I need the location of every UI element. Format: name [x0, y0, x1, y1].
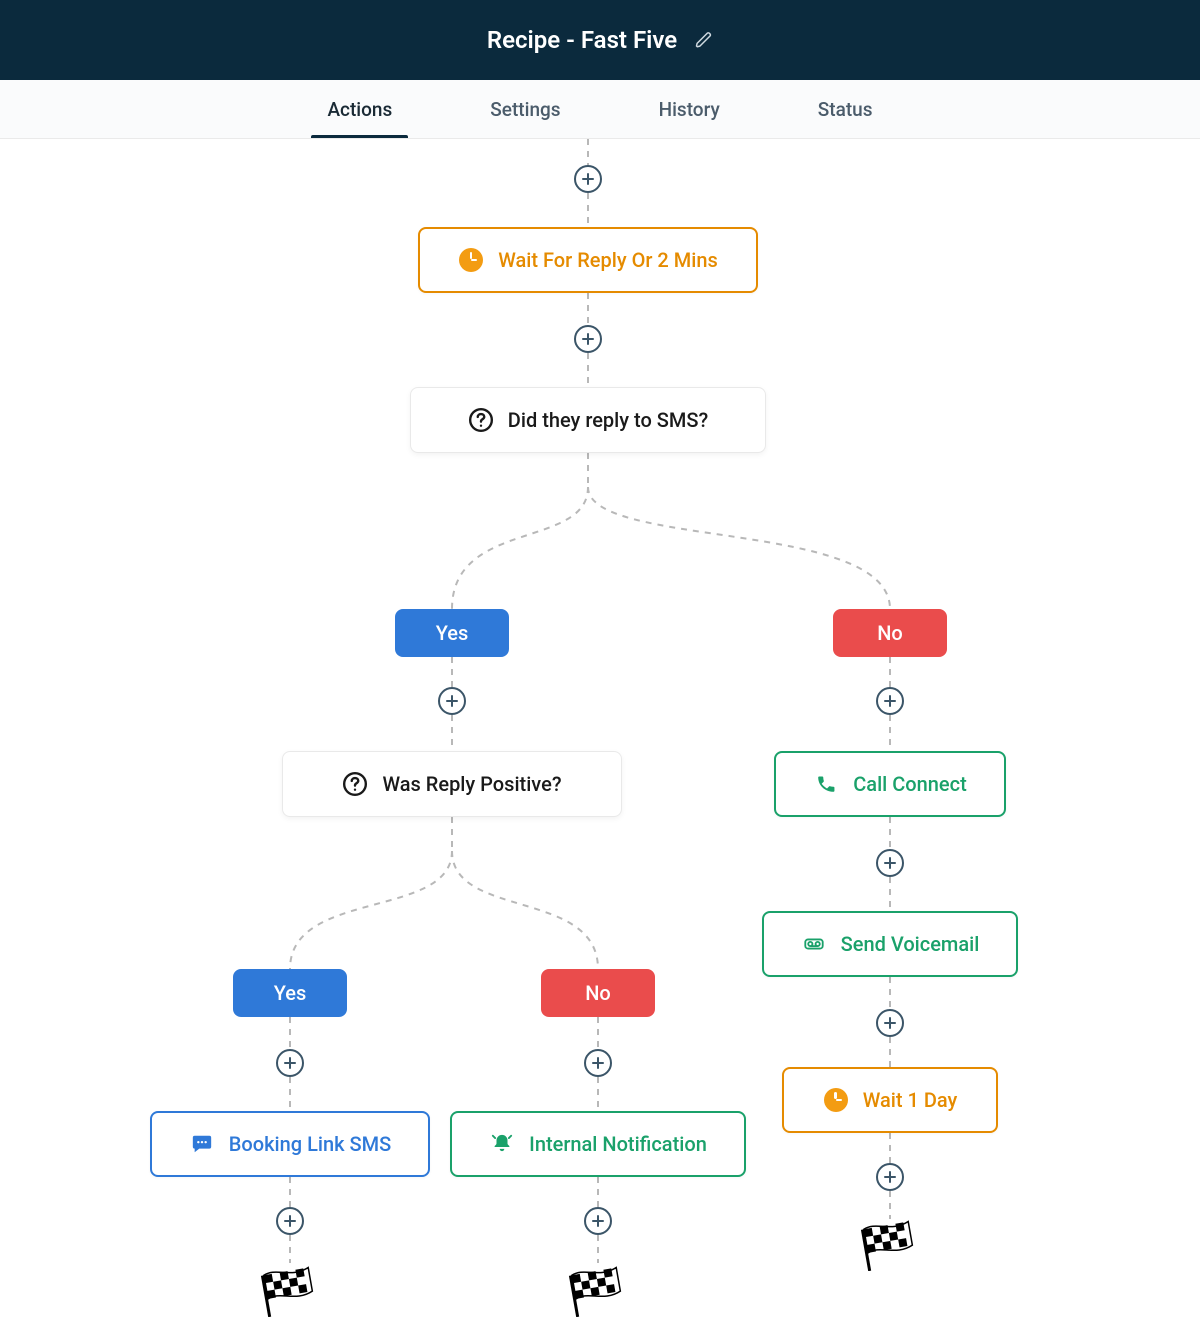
bell-icon [489, 1131, 515, 1157]
add-step-button[interactable] [574, 165, 602, 193]
tab-history[interactable]: History [655, 82, 724, 137]
decision-node[interactable]: Was Reply Positive? [282, 751, 622, 817]
add-step-button[interactable] [276, 1207, 304, 1235]
add-step-button[interactable] [876, 1009, 904, 1037]
question-icon [468, 407, 494, 433]
node-label: Call Connect [853, 772, 967, 796]
tab-status[interactable]: Status [814, 82, 877, 137]
branch-yes[interactable]: Yes [395, 609, 509, 657]
page-header: Recipe - Fast Five [0, 0, 1200, 80]
add-step-button[interactable] [876, 849, 904, 877]
node-label: Wait 1 Day [863, 1088, 958, 1112]
node-label: Send Voicemail [841, 932, 980, 956]
clock-icon [458, 247, 484, 273]
internal-notification-node[interactable]: Internal Notification [450, 1111, 746, 1177]
finish-flag-icon [566, 1265, 630, 1317]
add-step-button[interactable] [876, 687, 904, 715]
voicemail-icon [801, 931, 827, 957]
question-icon [342, 771, 368, 797]
node-label: Internal Notification [529, 1132, 707, 1156]
send-voicemail-node[interactable]: Send Voicemail [762, 911, 1018, 977]
node-label: Was Reply Positive? [382, 772, 561, 796]
branch-no[interactable]: No [833, 609, 947, 657]
decision-node[interactable]: Did they reply to SMS? [410, 387, 766, 453]
finish-flag-icon [858, 1219, 922, 1271]
node-label: Did they reply to SMS? [508, 408, 708, 432]
add-step-button[interactable] [584, 1207, 612, 1235]
wait-node[interactable]: Wait 1 Day [782, 1067, 998, 1133]
add-step-button[interactable] [876, 1163, 904, 1191]
sms-icon [189, 1131, 215, 1157]
wait-node[interactable]: Wait For Reply Or 2 Mins [418, 227, 758, 293]
page-title: Recipe - Fast Five [487, 26, 677, 54]
edit-title-icon[interactable] [695, 31, 713, 49]
booking-link-sms-node[interactable]: Booking Link SMS [150, 1111, 430, 1177]
tab-bar: Actions Settings History Status [0, 80, 1200, 139]
add-step-button[interactable] [574, 325, 602, 353]
add-step-button[interactable] [584, 1049, 612, 1077]
finish-flag-icon [258, 1265, 322, 1317]
tab-settings[interactable]: Settings [486, 82, 564, 137]
add-step-button[interactable] [438, 687, 466, 715]
add-step-button[interactable] [276, 1049, 304, 1077]
workflow-canvas: .dash { stroke: #b8b8b8; stroke-width: 2… [0, 139, 1200, 1324]
branch-yes[interactable]: Yes [233, 969, 347, 1017]
call-connect-node[interactable]: Call Connect [774, 751, 1006, 817]
branch-no[interactable]: No [541, 969, 655, 1017]
node-label: Booking Link SMS [229, 1132, 391, 1156]
tab-actions[interactable]: Actions [323, 82, 396, 137]
clock-icon [823, 1087, 849, 1113]
node-label: Wait For Reply Or 2 Mins [498, 248, 718, 272]
phone-icon [813, 771, 839, 797]
